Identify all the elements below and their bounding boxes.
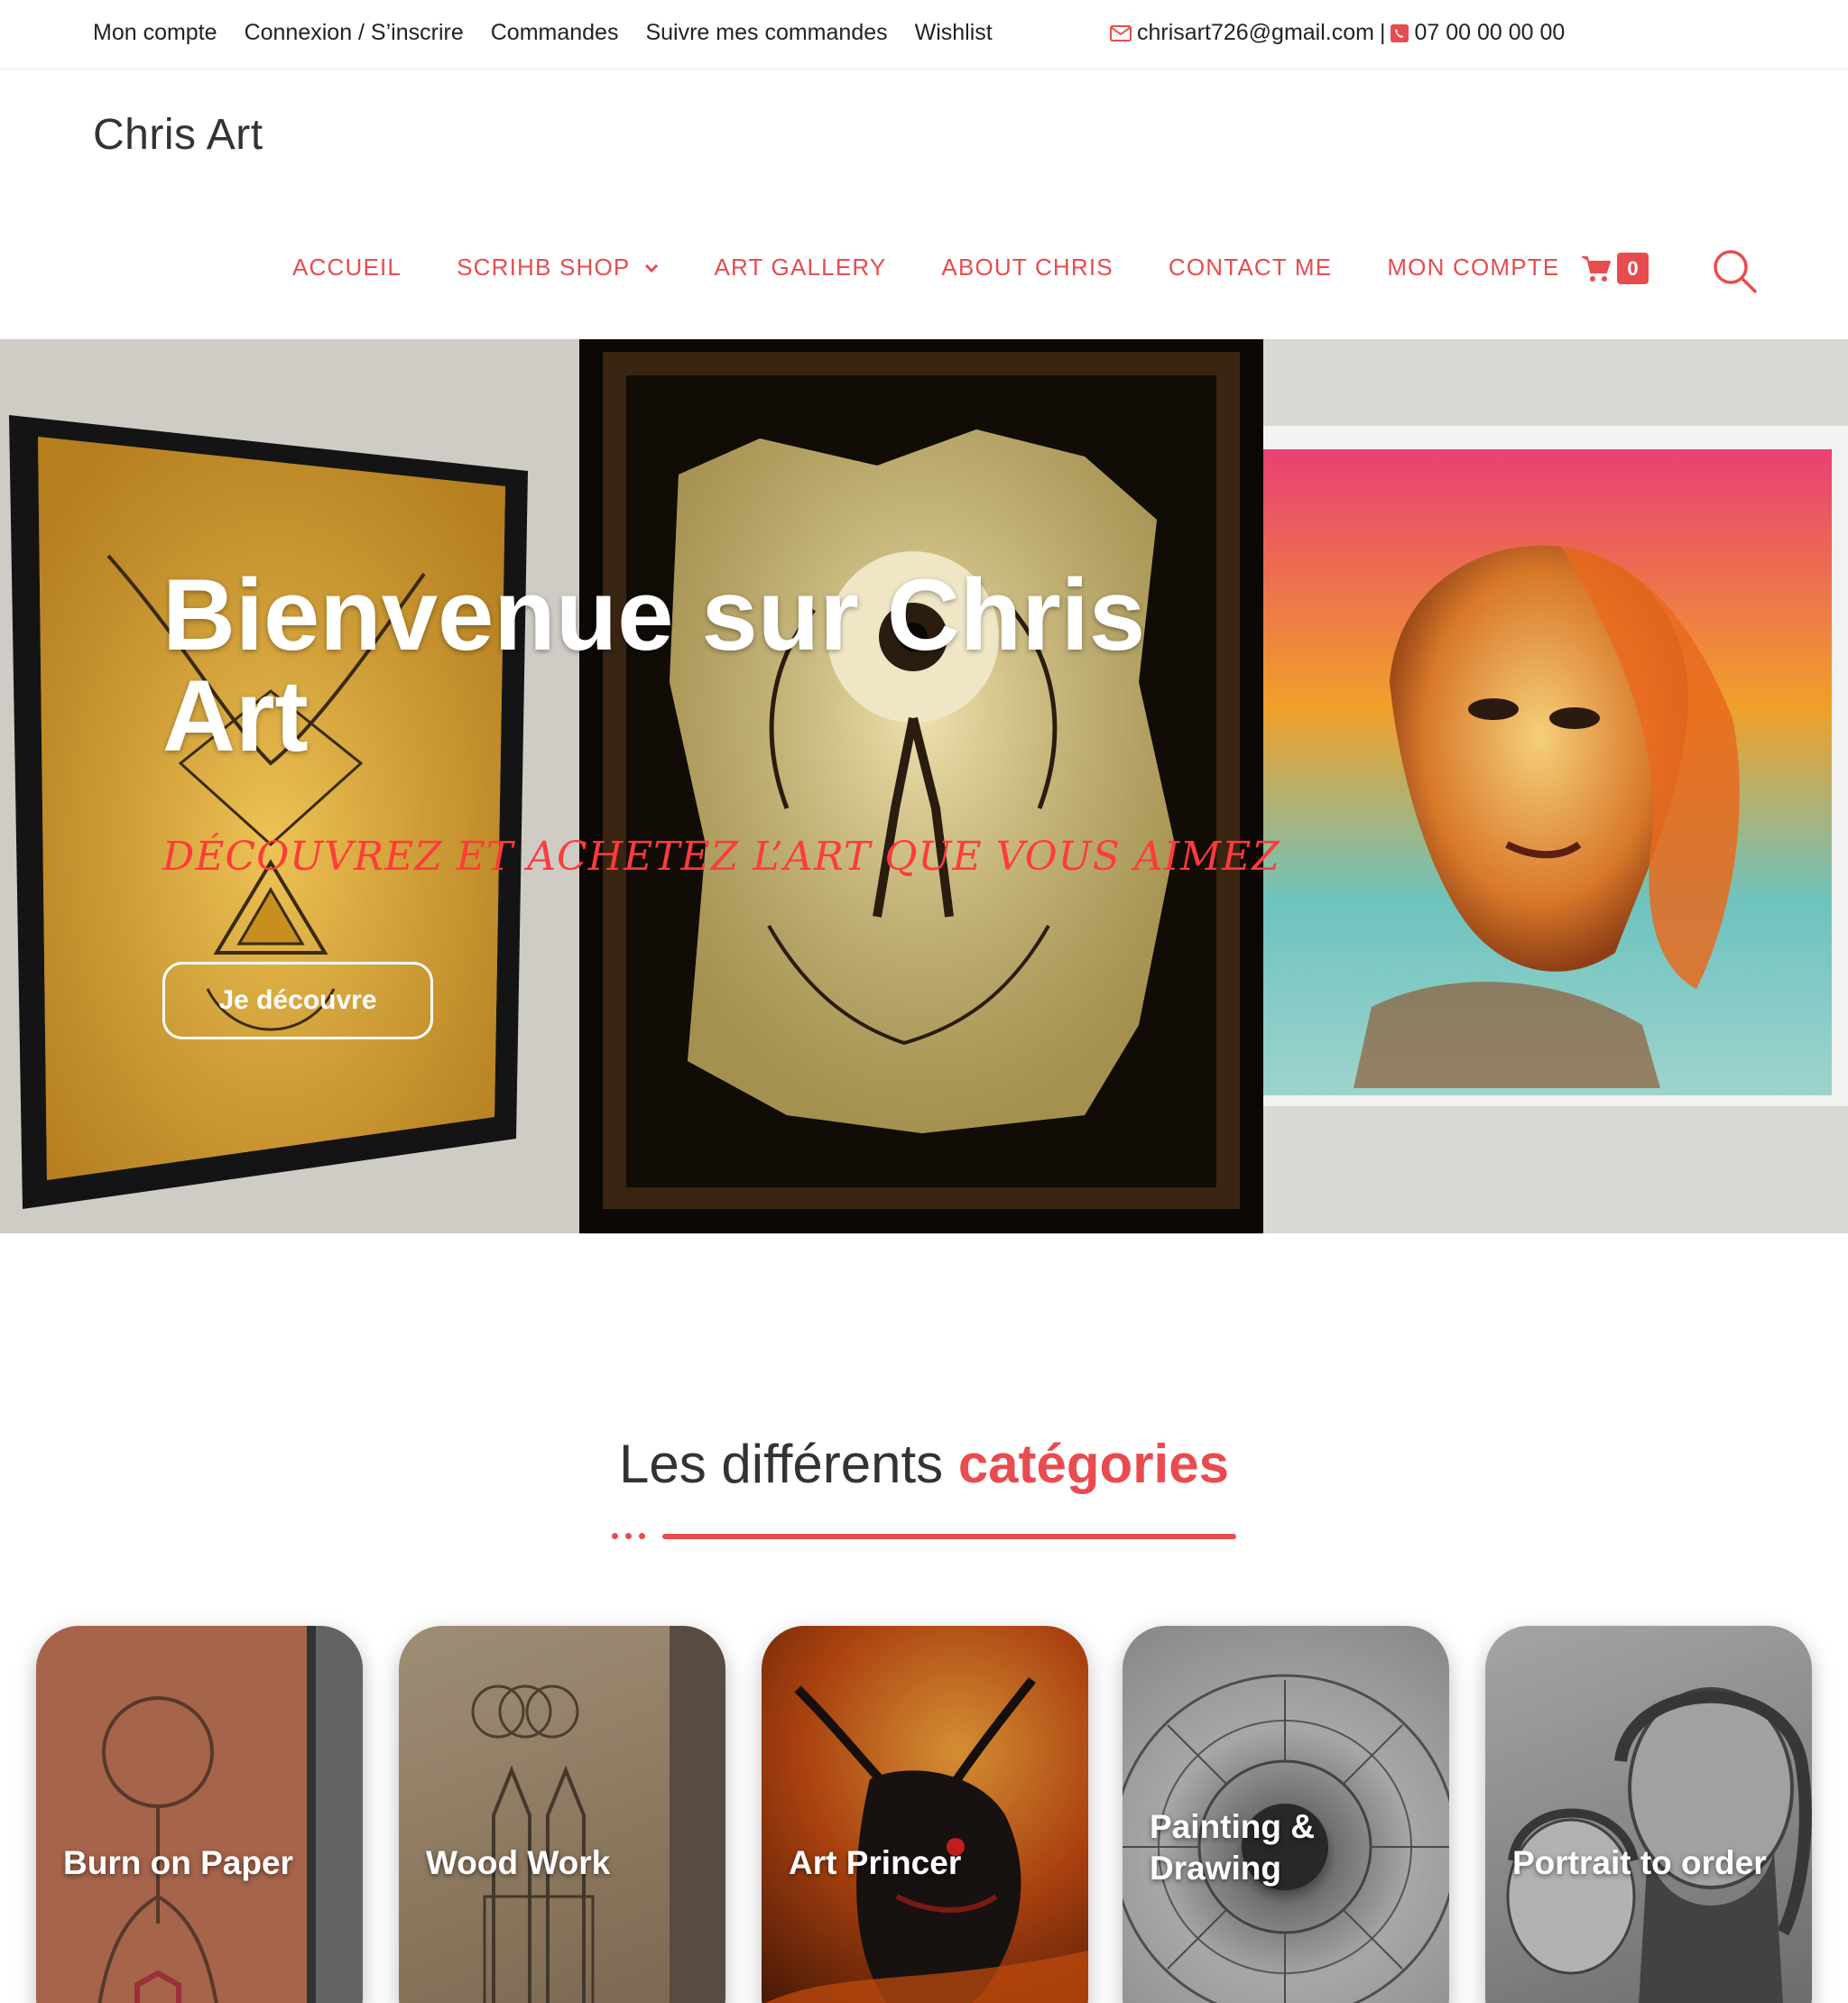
card-overlay [762, 1626, 1088, 2003]
hero-banner: Bienvenue sur Chris Art DÉCOUVREZ ET ACH… [0, 339, 1848, 1233]
nav-label: CONTACT ME [1168, 254, 1333, 281]
hero-cta-button[interactable]: Je découvre [162, 962, 433, 1039]
heading-divider [612, 1532, 1236, 1541]
card-overlay [1485, 1626, 1812, 2003]
phone-icon [1391, 23, 1409, 42]
category-card-burn-on-paper[interactable]: Burn on Paper [36, 1626, 363, 2003]
card-overlay [36, 1626, 363, 2003]
nav-item-shop[interactable]: SCRIHB SHOP [457, 254, 659, 282]
nav-item-mon-compte[interactable]: MON COMPTE [1387, 254, 1559, 282]
mail-icon [1110, 24, 1132, 42]
card-overlay [399, 1626, 725, 2003]
category-label: Burn on Paper [63, 1844, 293, 1881]
nav-label: ABOUT CHRIS [941, 254, 1113, 281]
search-icon[interactable] [1711, 247, 1758, 294]
cart-count-badge: 0 [1617, 253, 1649, 284]
nav-label: SCRIHB SHOP [457, 254, 631, 281]
nav-label: MON COMPTE [1387, 254, 1560, 281]
chevron-down-icon [645, 263, 659, 272]
hero-subtitle: DÉCOUVREZ ET ACHETEZ L’ART QUE VOUS AIME… [162, 834, 1280, 880]
divider-dots [612, 1533, 645, 1539]
category-card-portrait-to-order[interactable]: Portrait to order [1485, 1626, 1812, 2003]
hero-image-left [0, 339, 579, 1233]
category-label: Art Princer [789, 1844, 962, 1881]
nav-item-accueil[interactable]: ACCUEIL [292, 254, 402, 282]
category-card-painting-drawing[interactable]: Painting & Drawing [1123, 1626, 1449, 2003]
contact-separator: | [1379, 20, 1386, 45]
category-cards: Burn on Paper Wood Work Art Princer Pain… [0, 1626, 1848, 2003]
nav-item-contact[interactable]: CONTACT ME [1169, 254, 1332, 282]
category-label: Wood Work [426, 1844, 611, 1881]
cart-button[interactable]: 0 [1581, 253, 1649, 284]
nav-label: ACCUEIL [292, 254, 402, 281]
hero-title: Bienvenue sur Chris Art [162, 558, 1146, 772]
categories-heading-accent: catégories [957, 1434, 1229, 1494]
nav-item-about[interactable]: ABOUT CHRIS [941, 254, 1113, 282]
category-label: Painting & Drawing [1150, 1808, 1315, 1887]
top-link-commandes[interactable]: Commandes [491, 20, 619, 46]
contact-phone[interactable]: 07 00 00 00 00 [1414, 20, 1565, 46]
main-nav: ACCUEIL SCRIHB SHOP ART GALLERY ABOUT CH… [292, 254, 1614, 282]
top-links: Mon compte Connexion / S’inscrire Comman… [93, 20, 993, 46]
category-card-art-princer[interactable]: Art Princer [762, 1626, 1088, 2003]
cart-icon [1582, 255, 1611, 282]
category-label: Portrait to order [1512, 1844, 1767, 1881]
site-logo[interactable]: Chris Art [93, 110, 263, 160]
category-card-wood-work[interactable]: Wood Work [399, 1626, 725, 2003]
hero-image-center [579, 339, 1263, 1233]
top-contact: chrisart726@gmail.com | 07 00 00 00 00 [1110, 20, 1565, 46]
categories-heading: Les différents catégories [0, 1433, 1848, 1495]
nav-label: ART GALLERY [714, 254, 887, 281]
top-link-suivre-commandes[interactable]: Suivre mes commandes [645, 20, 887, 46]
contact-email[interactable]: chrisart726@gmail.com [1137, 20, 1374, 46]
top-link-mon-compte[interactable]: Mon compte [93, 20, 217, 46]
top-bar: Mon compte Connexion / S’inscrire Comman… [0, 0, 1848, 69]
nav-item-gallery[interactable]: ART GALLERY [714, 254, 886, 282]
top-link-wishlist[interactable]: Wishlist [915, 20, 993, 46]
top-link-connexion[interactable]: Connexion / S’inscrire [245, 20, 464, 46]
hero-image-right [1263, 339, 1848, 1233]
divider-bar [662, 1534, 1236, 1539]
categories-heading-plain: Les différents [619, 1434, 944, 1494]
